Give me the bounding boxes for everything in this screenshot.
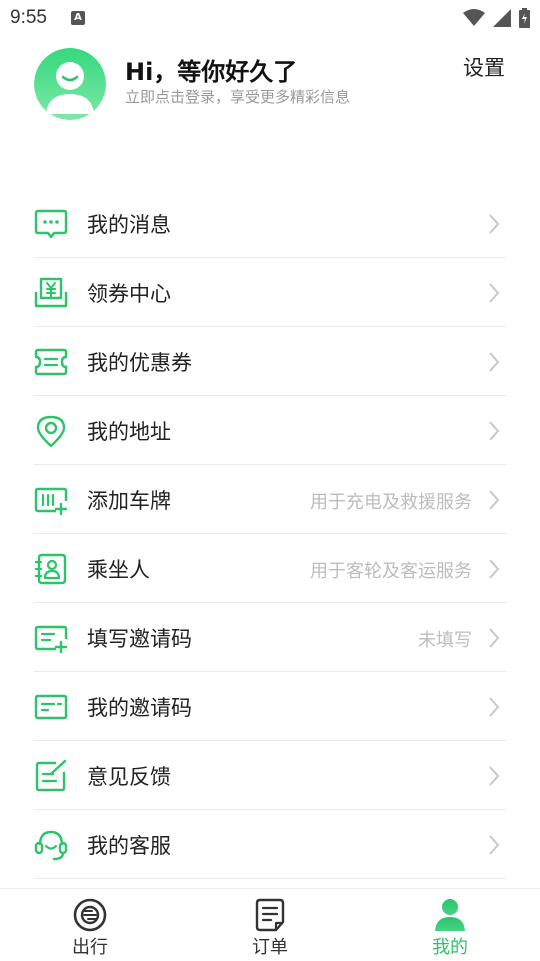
menu-item-passenger[interactable]: 乘坐人 用于客轮及客运服务	[34, 534, 506, 603]
menu-item-my-invite-code[interactable]: 我的邀请码	[34, 672, 506, 741]
menu-label: 我的消息	[87, 213, 171, 237]
menu-item-license-plate[interactable]: 添加车牌 用于充电及救援服务	[34, 465, 506, 534]
menu-label: 乘坐人	[87, 558, 150, 582]
profile-icon	[435, 899, 465, 931]
chevron-right-icon	[489, 628, 500, 648]
greeting-title[interactable]: Hi，等你好久了	[125, 52, 297, 87]
menu-hint: 用于客轮及客运服务	[310, 561, 472, 582]
chevron-right-icon	[489, 697, 500, 717]
battery-icon	[519, 8, 530, 28]
signal-icon	[493, 9, 511, 27]
chevron-right-icon	[489, 766, 500, 786]
tab-label: 我的	[432, 937, 468, 958]
license-plate-icon	[34, 487, 68, 516]
menu-label: 意见反馈	[87, 765, 171, 789]
menu-label: 我的邀请码	[87, 696, 192, 720]
chevron-right-icon	[489, 559, 500, 579]
menu-list: 我的消息 领券中心 我的优惠券 我的地址 添加车牌 用于充电及救援服务 乘坐人 …	[34, 189, 506, 879]
location-icon	[36, 415, 66, 448]
chevron-right-icon	[489, 835, 500, 855]
profile-header[interactable]: Hi，等你好久了 立即点击登录，享受更多精彩信息 设置	[0, 44, 540, 124]
fill-invite-code-icon	[34, 625, 68, 654]
menu-label: 我的优惠券	[87, 351, 192, 375]
passenger-icon	[34, 553, 67, 585]
menu-item-customer-service[interactable]: 我的客服	[34, 810, 506, 879]
bottom-tab-bar: 出行 订单 我的	[0, 888, 540, 961]
chevron-right-icon	[489, 490, 500, 510]
chevron-right-icon	[489, 421, 500, 441]
menu-label: 我的客服	[87, 834, 171, 858]
status-indicators	[463, 8, 530, 28]
feedback-icon	[35, 759, 67, 792]
menu-label: 填写邀请码	[87, 627, 192, 651]
status-time: 9:55	[10, 7, 47, 28]
chevron-right-icon	[489, 214, 500, 234]
menu-label: 添加车牌	[87, 489, 171, 513]
chevron-right-icon	[489, 352, 500, 372]
menu-item-fill-invite-code[interactable]: 填写邀请码 未填写	[34, 603, 506, 672]
tab-mine[interactable]: 我的	[360, 889, 540, 961]
menu-item-messages[interactable]: 我的消息	[34, 189, 506, 258]
coupon-center-icon	[34, 277, 68, 308]
chevron-right-icon	[489, 283, 500, 303]
wifi-icon	[463, 9, 485, 26]
travel-icon	[73, 898, 107, 932]
menu-label: 领券中心	[87, 282, 171, 306]
tab-travel[interactable]: 出行	[0, 889, 180, 961]
menu-item-address[interactable]: 我的地址	[34, 396, 506, 465]
order-icon	[255, 898, 285, 932]
avatar-icon[interactable]	[34, 48, 106, 120]
invite-code-icon	[34, 694, 68, 720]
menu-item-my-coupons[interactable]: 我的优惠券	[34, 327, 506, 396]
login-prompt[interactable]: 立即点击登录，享受更多精彩信息	[125, 86, 350, 107]
tab-orders[interactable]: 订单	[180, 889, 360, 961]
menu-item-coupon-center[interactable]: 领券中心	[34, 258, 506, 327]
menu-hint: 用于充电及救援服务	[310, 492, 472, 513]
tab-label: 出行	[72, 937, 108, 958]
customer-service-icon	[34, 830, 68, 861]
tab-label: 订单	[252, 937, 288, 958]
status-bar: 9:55 A	[0, 0, 540, 36]
settings-button[interactable]: 设置	[463, 52, 505, 82]
message-icon	[34, 209, 68, 239]
menu-item-feedback[interactable]: 意见反馈	[34, 741, 506, 810]
notification-icon: A	[71, 11, 85, 25]
menu-hint: 未填写	[418, 630, 472, 651]
menu-label: 我的地址	[87, 420, 171, 444]
coupon-icon	[34, 348, 68, 376]
